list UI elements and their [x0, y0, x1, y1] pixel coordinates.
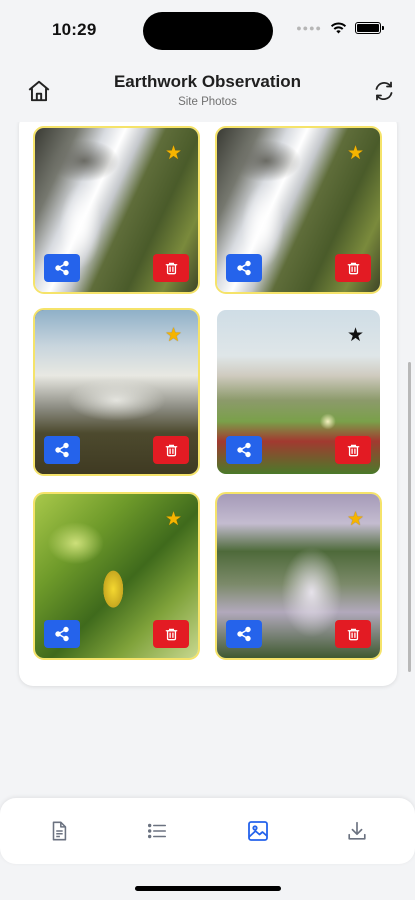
share-button[interactable]: [226, 254, 262, 282]
share-icon: [237, 626, 251, 642]
photo-grid-card: ★ ★ ★ ★ ★ ★: [19, 122, 397, 686]
photo-tile[interactable]: ★: [215, 308, 382, 476]
favorite-star-icon[interactable]: ★: [347, 144, 364, 163]
delete-button[interactable]: [335, 436, 371, 464]
nav-header: Earthwork Observation Site Photos: [0, 62, 415, 122]
favorite-star-icon[interactable]: ★: [165, 326, 182, 345]
share-button[interactable]: [226, 436, 262, 464]
status-bar: 10:29 ●●●●: [0, 0, 415, 62]
page-title: Earthwork Observation: [113, 72, 302, 91]
status-icons: ●●●●: [296, 22, 384, 34]
wifi-icon: [330, 22, 347, 34]
photo-tile[interactable]: ★: [33, 492, 200, 660]
scrollbar[interactable]: [408, 362, 411, 672]
photo-tile[interactable]: ★: [215, 126, 382, 294]
trash-icon: [347, 262, 359, 274]
image-icon: [248, 821, 268, 841]
favorite-star-icon[interactable]: ★: [347, 326, 364, 345]
share-icon: [237, 260, 251, 276]
trash-icon: [165, 444, 177, 456]
share-button[interactable]: [44, 436, 80, 464]
bottom-tab-bar: [0, 798, 415, 864]
signal-icon: ●●●●: [296, 23, 322, 33]
trash-icon: [165, 628, 177, 640]
delete-button[interactable]: [335, 254, 371, 282]
delete-button[interactable]: [335, 620, 371, 648]
refresh-icon: [375, 81, 393, 101]
favorite-star-icon[interactable]: ★: [165, 144, 182, 163]
share-button[interactable]: [226, 620, 262, 648]
tab-list[interactable]: [144, 818, 170, 844]
trash-icon: [165, 262, 177, 274]
delete-button[interactable]: [153, 254, 189, 282]
dynamic-island: [143, 12, 273, 50]
status-time: 10:29: [52, 20, 97, 39]
document-icon: [52, 821, 67, 841]
tab-download[interactable]: [344, 818, 370, 844]
share-icon: [55, 626, 69, 642]
photo-tile[interactable]: ★: [33, 308, 200, 476]
share-icon: [55, 260, 69, 276]
photo-tile[interactable]: ★: [33, 126, 200, 294]
photo-tile[interactable]: ★: [215, 492, 382, 660]
download-icon: [348, 821, 366, 840]
page-subtitle: Site Photos: [178, 96, 237, 108]
tab-document[interactable]: [46, 818, 72, 844]
refresh-button[interactable]: [369, 76, 399, 106]
share-icon: [237, 442, 251, 458]
share-button[interactable]: [44, 254, 80, 282]
home-indicator[interactable]: [135, 886, 281, 891]
share-icon: [55, 442, 69, 458]
tab-photos[interactable]: [245, 818, 271, 844]
trash-icon: [347, 444, 359, 456]
photo-scroll-area[interactable]: ★ ★ ★ ★ ★ ★: [0, 122, 415, 798]
trash-icon: [347, 628, 359, 640]
delete-button[interactable]: [153, 620, 189, 648]
list-icon: [147, 823, 167, 839]
favorite-star-icon[interactable]: ★: [165, 510, 182, 529]
battery-icon: [355, 22, 384, 34]
delete-button[interactable]: [153, 436, 189, 464]
favorite-star-icon[interactable]: ★: [347, 510, 364, 529]
share-button[interactable]: [44, 620, 80, 648]
